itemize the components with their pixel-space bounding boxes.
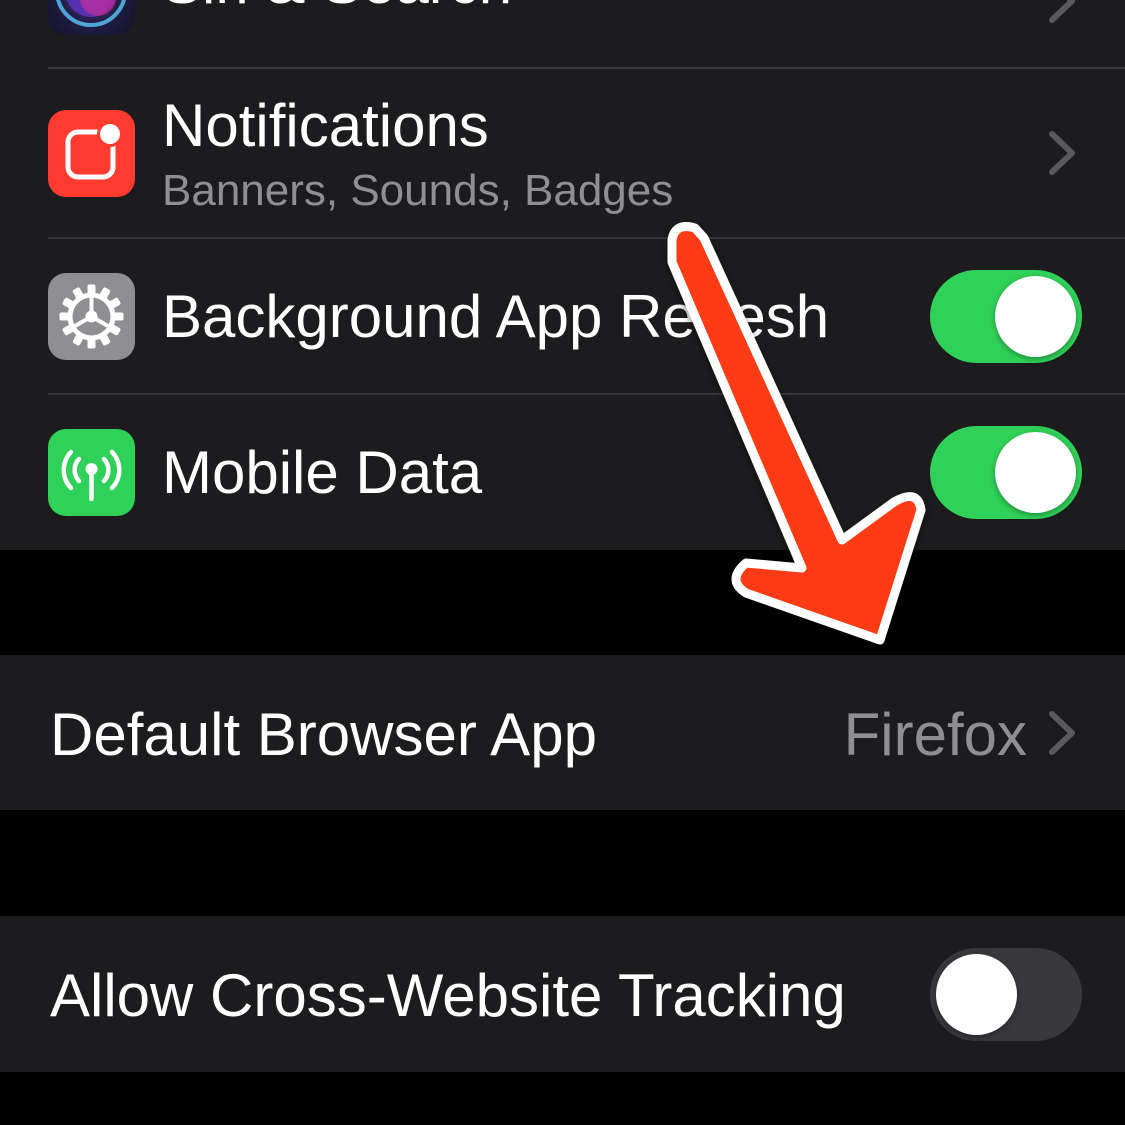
default-browser-row[interactable]: Default Browser App Firefox bbox=[0, 655, 1125, 810]
siri-search-row[interactable]: Siri & Search bbox=[0, 0, 1125, 67]
tracking-label: Allow Cross-Website Tracking bbox=[50, 962, 846, 1029]
tracking-toggle[interactable] bbox=[930, 948, 1082, 1041]
notifications-row[interactable]: Notifications Banners, Sounds, Badges bbox=[0, 69, 1125, 237]
settings-group-app: Siri & Search Notifications Banners, Sou… bbox=[0, 0, 1125, 550]
background-refresh-toggle[interactable] bbox=[930, 270, 1082, 363]
notifications-subtitle: Banners, Sounds, Badges bbox=[162, 166, 674, 215]
mobile-data-toggle[interactable] bbox=[930, 426, 1082, 519]
siri-search-label: Siri & Search bbox=[162, 0, 512, 18]
chevron-right-icon bbox=[1049, 711, 1075, 755]
default-browser-label: Default Browser App bbox=[50, 701, 597, 768]
settings-group-tracking: Allow Cross-Website Tracking bbox=[0, 916, 1125, 1072]
chevron-right-icon bbox=[1049, 0, 1075, 23]
antenna-icon bbox=[48, 429, 135, 516]
toggle-knob bbox=[995, 276, 1076, 357]
toggle-knob bbox=[995, 432, 1076, 513]
tracking-row: Allow Cross-Website Tracking bbox=[0, 916, 1125, 1072]
gear-icon bbox=[48, 273, 135, 360]
notifications-icon bbox=[48, 110, 135, 197]
settings-group-browser: Default Browser App Firefox bbox=[0, 655, 1125, 810]
background-refresh-row: Background App Refresh bbox=[0, 239, 1125, 393]
background-refresh-label: Background App Refresh bbox=[162, 283, 830, 350]
siri-icon bbox=[48, 0, 135, 35]
chevron-right-icon bbox=[1049, 131, 1075, 175]
default-browser-value: Firefox bbox=[843, 701, 1027, 768]
notifications-label: Notifications bbox=[162, 92, 489, 159]
mobile-data-label: Mobile Data bbox=[162, 439, 483, 506]
toggle-knob bbox=[936, 954, 1017, 1035]
mobile-data-row: Mobile Data bbox=[0, 395, 1125, 550]
